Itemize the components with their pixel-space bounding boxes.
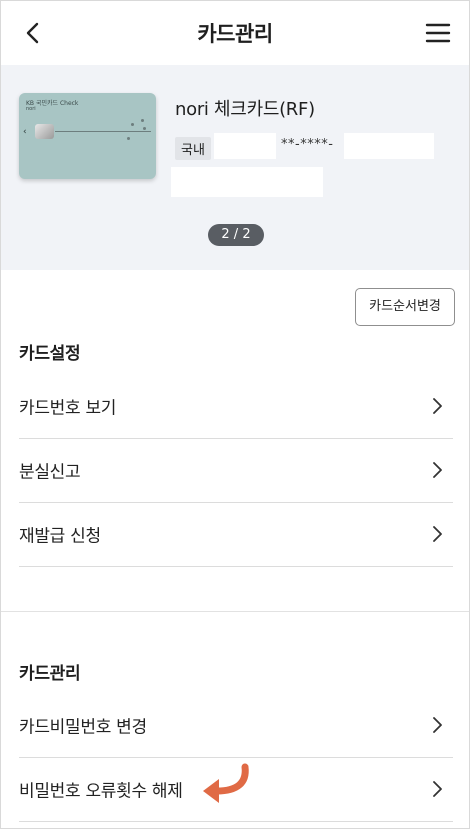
list-item-label: 카드비밀번호 변경: [19, 717, 147, 738]
chevron-right-icon: [433, 462, 442, 478]
list-item-label: 분실신고: [19, 462, 81, 483]
list-item-reissue[interactable]: 재발급 신청: [19, 502, 453, 567]
card-stripe: [55, 131, 151, 132]
chevron-right-icon: [433, 526, 442, 542]
card-dot: [127, 137, 130, 140]
list-item-label: 카드번호 보기: [19, 398, 117, 419]
reorder-cards-button[interactable]: 카드순서변경: [355, 288, 455, 326]
card-dot: [131, 123, 134, 126]
list-item-report-lost[interactable]: 분실신고: [19, 438, 453, 503]
list-item-view-card-number[interactable]: 카드번호 보기: [19, 374, 453, 439]
card-chip-icon: [35, 124, 54, 139]
chevron-right-icon: [433, 398, 442, 414]
list-item-label: 재발급 신청: [19, 526, 101, 547]
app-screen: 카드관리 KB 국민카드 Check nori ‹ nori 체크카드(RF) …: [0, 0, 470, 829]
chevron-right-icon: [433, 717, 442, 733]
card-dot: [141, 119, 144, 122]
card-management-title: 카드관리: [19, 664, 81, 684]
region-tag: 국내: [175, 137, 211, 160]
card-number-masked: **-****-: [281, 137, 334, 152]
pointer-arrow-icon: [203, 763, 249, 803]
chevron-right-icon: [433, 781, 442, 797]
card-settings-title: 카드설정: [19, 344, 81, 364]
card-sub-brand-label: nori: [26, 106, 36, 112]
hamburger-menu-icon[interactable]: [425, 21, 451, 45]
card-carousel[interactable]: KB 국민카드 Check nori ‹ nori 체크카드(RF) 국내 **…: [1, 65, 469, 270]
list-item-change-card-password[interactable]: 카드비밀번호 변경: [19, 693, 453, 758]
card-arrow-icon: ‹: [23, 127, 27, 137]
redacted-block: [171, 167, 323, 197]
list-item-label: 비밀번호 오류횟수 해제: [19, 781, 183, 802]
header: 카드관리: [1, 1, 469, 65]
carousel-pager: 2 / 2: [208, 224, 264, 246]
card-image[interactable]: KB 국민카드 Check nori ‹: [19, 93, 156, 179]
card-dot: [143, 127, 146, 130]
redacted-block: [214, 133, 276, 159]
card-name: nori 체크카드(RF): [175, 99, 315, 120]
page-title: 카드관리: [197, 22, 273, 46]
section-divider: [1, 611, 469, 612]
redacted-block: [344, 133, 434, 159]
